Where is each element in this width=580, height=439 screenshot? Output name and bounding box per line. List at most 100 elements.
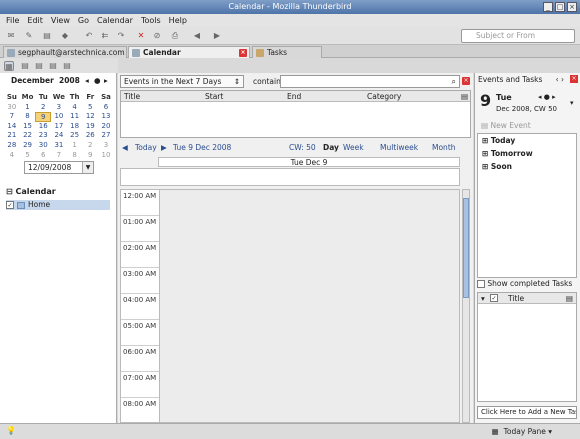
new-event-button[interactable]: ▤ New Event [481,121,531,130]
menu-calendar[interactable]: Calendar [97,14,133,27]
hour-slot[interactable] [159,190,459,216]
close-pane-icon[interactable]: × [570,75,578,83]
minical-day[interactable]: 6 [98,103,114,113]
calendar-list-header[interactable]: ⊟ Calendar [6,187,56,196]
today-pane-toggle[interactable]: ▦ Today Pane ▾ [492,426,552,438]
hour-slot[interactable] [159,294,459,320]
scrollbar-thumb[interactable] [463,198,469,298]
address-book-icon[interactable]: ▤ [42,31,52,41]
minical-day[interactable]: 14 [4,122,20,132]
tab-tasks[interactable]: Tasks [252,46,322,58]
day-column-header[interactable]: Tue Dec 9 [158,157,460,167]
write-icon[interactable]: ✎ [24,31,34,41]
print-icon[interactable]: ⎙ [170,31,180,41]
minical-day[interactable]: 11 [67,112,83,122]
minical-day[interactable]: 22 [20,131,36,141]
minical-day[interactable]: 26 [82,131,98,141]
minical-day[interactable]: 4 [67,103,83,113]
close-window-button[interactable]: × [567,2,577,12]
edit-icon[interactable]: ▤ [48,61,58,71]
col-task-title[interactable]: Title [508,293,524,304]
col-category[interactable]: Category [367,91,401,102]
minical-day[interactable]: 5 [20,151,36,161]
new-event-icon[interactable]: ▤ [20,61,30,71]
menu-file[interactable]: File [6,14,19,27]
minical-day[interactable]: 10 [98,151,114,161]
tab-calendar[interactable]: Calendar × [128,46,250,58]
col-start[interactable]: Start [205,91,223,102]
minimize-button[interactable]: _ [543,2,553,12]
minical-month[interactable]: December [11,76,54,85]
minical-day[interactable]: 9 [35,112,52,122]
minical-day[interactable]: 8 [67,151,83,161]
col-title[interactable]: Title [124,91,140,102]
minical-day[interactable]: 18 [67,122,83,132]
minical-day[interactable]: 27 [98,131,114,141]
minical-day[interactable]: 30 [4,103,20,113]
next-month-icon[interactable]: ▸ [104,76,108,85]
minical-day[interactable]: 19 [82,122,98,132]
close-tab-icon[interactable]: × [239,49,247,57]
menu-view[interactable]: View [51,14,70,27]
forward-icon[interactable]: ↷ [116,31,126,41]
minical-day[interactable]: 20 [98,122,114,132]
back-icon[interactable]: ◀ [192,31,202,41]
minical-day[interactable]: 9 [82,151,98,161]
hour-slot[interactable] [159,320,459,346]
minical-day[interactable]: 10 [51,112,67,122]
minical-day[interactable]: 12 [82,112,98,122]
chevron-down-icon[interactable]: ▼ [82,162,93,173]
calendar-item-home[interactable]: ✓ Home [6,200,110,210]
delete-icon[interactable]: ✕ [136,31,146,41]
filter-search-input[interactable]: ⌕ [280,75,460,88]
date-field[interactable]: 12/09/2008 ▼ [24,161,94,174]
hour-slot[interactable] [159,398,459,422]
prev-day-icon[interactable]: ◀ [122,141,128,154]
tab-mail[interactable]: segphault@arstechnica.com [3,46,127,58]
search-input[interactable]: Subject or From [461,29,575,43]
menu-go[interactable]: Go [78,14,89,27]
show-completed-tasks[interactable]: Show completed Tasks [477,279,572,288]
column-picker-icon[interactable]: ▤ [566,293,573,304]
tab-week-view[interactable]: Week [343,141,364,154]
menu-help[interactable]: Help [169,14,187,27]
today-dot-icon[interactable]: ● [94,76,101,85]
minical-day[interactable]: 13 [98,112,114,122]
reply-icon[interactable]: ↶ [84,31,94,41]
calendar-view-icon[interactable]: ▦ [4,61,14,71]
day-nav-icon[interactable]: ◂ ● ▸ [538,93,556,101]
delete-event-icon[interactable]: ▤ [62,61,72,71]
forward-nav-icon[interactable]: ▶ [212,31,222,41]
chevron-down-icon[interactable]: ▾ [570,99,574,107]
tab-multiweek-view[interactable]: Multiweek [380,141,418,154]
minical-day[interactable]: 7 [4,112,20,122]
prev-month-icon[interactable]: ◂ [85,76,89,85]
minical-day[interactable]: 28 [4,141,20,151]
today-link[interactable]: Today [135,141,157,154]
show-completed-checkbox[interactable] [477,280,485,288]
minical-day[interactable]: 7 [51,151,67,161]
maximize-button[interactable]: □ [555,2,565,12]
minical-day[interactable]: 1 [20,103,36,113]
minical-day[interactable]: 5 [82,103,98,113]
minical-day[interactable]: 3 [51,103,67,113]
minical-day[interactable]: 31 [51,141,67,151]
next-day-icon[interactable]: ▶ [161,141,167,154]
tab-month-view[interactable]: Month [432,141,456,154]
minical-day[interactable]: 25 [67,131,83,141]
agenda-soon[interactable]: ⊞ Soon [478,160,576,173]
junk-icon[interactable]: ⊘ [152,31,162,41]
menu-tools[interactable]: Tools [141,14,161,27]
minical-day[interactable]: 4 [4,151,20,161]
minical-day[interactable]: 15 [20,122,36,132]
minical-day[interactable]: 1 [67,141,83,151]
minical-day[interactable]: 8 [20,112,36,122]
minical-day[interactable]: 6 [35,151,51,161]
hour-slot[interactable] [159,346,459,372]
tab-day-view[interactable]: Day [323,141,339,154]
event-filter-select[interactable]: Events in the Next 7 Days ⇕ [120,75,244,88]
minical-day[interactable]: 2 [35,103,51,113]
close-filter-icon[interactable]: × [462,77,470,85]
calendar-checkbox[interactable]: ✓ [6,201,14,209]
hour-slot[interactable] [159,216,459,242]
